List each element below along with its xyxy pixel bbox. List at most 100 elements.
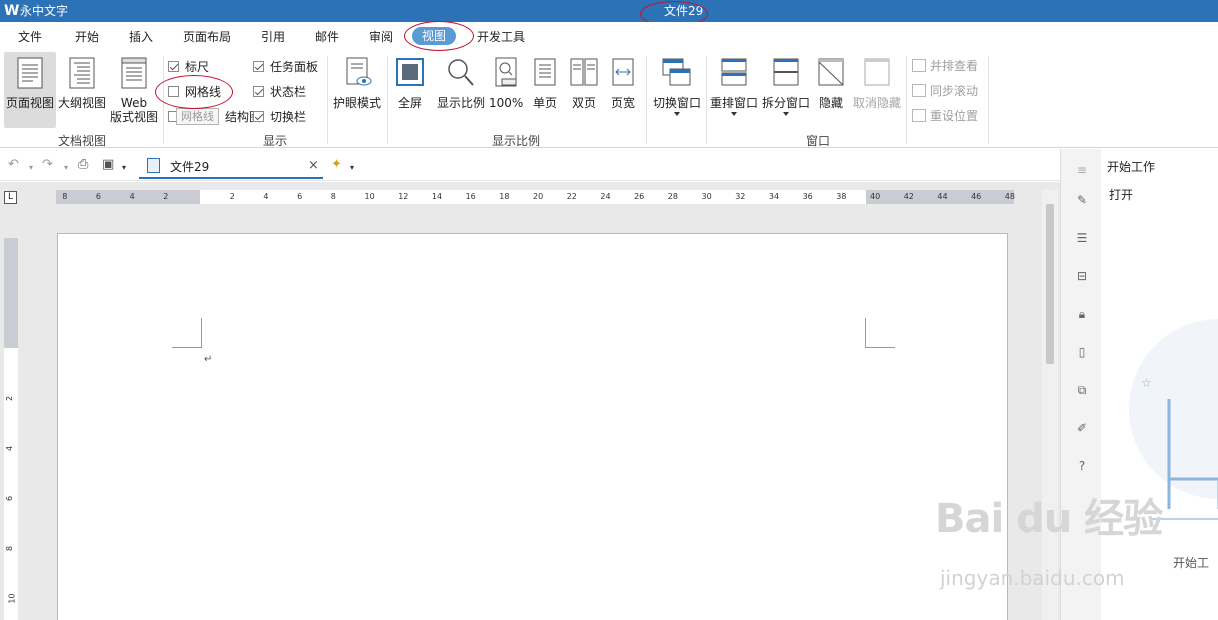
undo-dropdown-icon[interactable]: ▾ (29, 161, 33, 175)
ruler-tick-label: 18 (499, 192, 510, 201)
print-preview-icon[interactable]: ⎙ (78, 158, 88, 172)
tab-home[interactable]: 开始 (75, 30, 99, 44)
ribbon-separator (327, 56, 328, 144)
ruler-checkbox[interactable]: 标尺 (168, 58, 209, 75)
tab-mail[interactable]: 邮件 (315, 30, 339, 44)
open-link[interactable]: 打开 (1109, 186, 1133, 203)
switch-bar-check-icon (253, 111, 264, 122)
tab-insert[interactable]: 插入 (129, 30, 153, 44)
split-window-button[interactable]: 拆分窗口 (761, 52, 811, 116)
unhide-window-icon (864, 58, 890, 86)
pen-icon[interactable]: ✎ (1075, 193, 1089, 207)
tab-review[interactable]: 审阅 (369, 30, 393, 44)
switch-window-icon (662, 58, 691, 86)
ruler-tick-label: 8 (5, 545, 15, 552)
toolbar-menu-icon[interactable]: ▾ (122, 161, 126, 175)
undo-icon[interactable]: ↶ (8, 158, 19, 172)
switch-bar-label: 切换栏 (270, 110, 307, 124)
page-width-icon (612, 58, 634, 86)
rearrange-window-button[interactable]: 重排窗口 (709, 52, 759, 116)
edit-icon[interactable]: ✐ (1075, 421, 1089, 435)
settings-sliders-icon[interactable]: ☰ (1075, 231, 1089, 245)
new-document-dropdown-icon[interactable]: ▾ (350, 161, 354, 175)
document-page[interactable]: ↵ (57, 233, 1008, 620)
web-view-button[interactable]: Web 版式视图 (108, 52, 160, 124)
sync-scroll-icon (912, 84, 926, 97)
ruler-tick-label: 14 (431, 192, 443, 201)
lock-icon[interactable]: 🔒︎ (1075, 307, 1089, 321)
clipboard-icon[interactable]: ▯ (1075, 345, 1089, 359)
ruler-top-margin (4, 238, 18, 348)
grid-checkbox[interactable]: 网格线 (168, 83, 221, 100)
unhide-window-button[interactable]: 取消隐藏 (852, 52, 902, 110)
ruler-tick-label: 4 (5, 445, 15, 452)
save-icon[interactable]: ▣ (102, 158, 114, 172)
horizontal-ruler[interactable]: 8 6 4 2 2 4 6 8 10 12 14 16 18 20 22 24 26 28 30 32 34 36 38 40… (56, 190, 1015, 204)
scrollbar-thumb[interactable] (1046, 204, 1054, 364)
vertical-scrollbar[interactable] (1042, 190, 1058, 620)
ruler-tick-label: 4 (263, 192, 269, 201)
ruler-tick-label: 44 (937, 192, 948, 201)
zoom-100-button[interactable]: 100% (489, 52, 523, 110)
switch-bar-checkbox[interactable]: 切换栏 (253, 108, 306, 125)
fullscreen-label: 全屏 (397, 96, 422, 110)
sync-scroll-button[interactable]: 同步滚动 (912, 82, 978, 99)
page-view-button[interactable]: 页面视图 (4, 52, 56, 128)
dropdown-arrow-icon (731, 112, 737, 116)
reset-position-label: 重设位置 (930, 109, 979, 123)
ruler-tick-label: 16 (465, 192, 476, 201)
redo-icon[interactable]: ↷ (42, 158, 53, 172)
hide-window-icon (818, 58, 844, 86)
outline-view-label: 大纲视图 (57, 96, 106, 110)
group-label-doc-view: 文档视图 (58, 134, 107, 148)
web-view-label-2: 版式视图 (109, 110, 158, 124)
task-pane-checkbox[interactable]: 任务面板 (253, 58, 318, 75)
tab-stop-selector[interactable]: L (4, 191, 17, 204)
side-by-side-label: 并排查看 (930, 59, 979, 73)
outline-view-button[interactable]: 大纲视图 (57, 52, 107, 110)
tab-developer[interactable]: 开发工具 (477, 30, 525, 44)
ruler-tick-label: 4 (129, 192, 135, 201)
menu-lines-icon[interactable]: ≡ (1075, 163, 1089, 177)
tab-page-layout[interactable]: 页面布局 (183, 30, 231, 44)
tab-view[interactable]: 视图 (412, 27, 457, 45)
new-document-icon[interactable]: ✦ (331, 158, 342, 172)
side-by-side-button[interactable]: 并排查看 (912, 57, 978, 74)
web-view-label-1: Web (120, 96, 148, 110)
task-pane-title: 开始工作 (1107, 160, 1156, 174)
page-width-button[interactable]: 页宽 (606, 52, 640, 110)
ribbon-separator (906, 56, 907, 144)
zoom-100-icon (495, 57, 517, 87)
hide-window-button[interactable]: 隐藏 (814, 52, 848, 110)
copy-icon[interactable]: ⧉ (1075, 383, 1089, 397)
switch-window-button[interactable]: 切换窗口 (651, 52, 703, 116)
close-icon[interactable]: × (308, 158, 319, 173)
group-label-zoom: 显示比例 (492, 134, 541, 148)
eye-mode-icon (346, 57, 372, 86)
single-page-button[interactable]: 单页 (528, 52, 562, 110)
ruler-left-margin (56, 190, 200, 204)
status-bar-checkbox[interactable]: 状态栏 (253, 83, 306, 100)
ruler-tick-label: 32 (735, 192, 746, 201)
structure-icon[interactable]: ⊟ (1075, 269, 1089, 283)
tab-file[interactable]: 文件 (18, 30, 42, 44)
help-icon[interactable]: ? (1075, 459, 1089, 473)
app-name: 永中文字 (20, 4, 69, 18)
ruler-tick-label: 42 (903, 192, 914, 201)
fullscreen-button[interactable]: 全屏 (392, 52, 428, 110)
ruler-tick-label: 6 (5, 495, 15, 502)
eye-mode-button[interactable]: 护眼模式 (331, 52, 383, 110)
crop-mark-top-left (172, 318, 202, 348)
group-label-window: 窗口 (806, 134, 831, 148)
app-logo-icon: W (4, 3, 20, 19)
double-page-button[interactable]: 双页 (567, 52, 601, 110)
redo-dropdown-icon[interactable]: ▾ (64, 161, 68, 175)
sync-scroll-label: 同步滚动 (930, 84, 979, 98)
fullscreen-icon (396, 58, 424, 86)
ruler-tick-label: 2 (5, 395, 15, 402)
reset-position-button[interactable]: 重设位置 (912, 107, 978, 124)
document-tab[interactable]: 文件29 × (139, 153, 323, 179)
zoom-button[interactable]: 显示比例 (436, 52, 486, 110)
vertical-ruler[interactable]: 2 4 6 8 10 (4, 238, 18, 620)
tab-references[interactable]: 引用 (261, 30, 285, 44)
